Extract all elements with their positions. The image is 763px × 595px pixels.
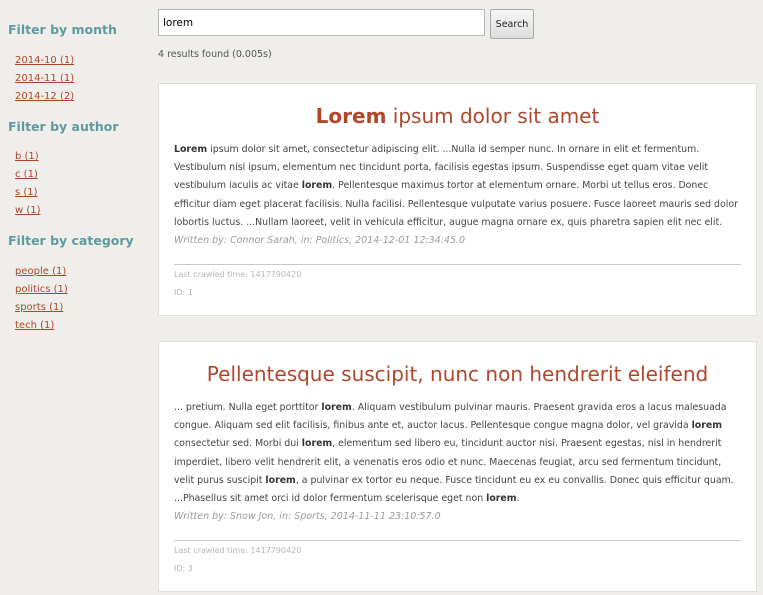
- month-filter-link[interactable]: 2014-11 (1): [15, 73, 74, 84]
- category-filter-link[interactable]: people (1): [15, 266, 66, 277]
- category-filter-item: sports (1): [15, 299, 68, 317]
- result-divider: [174, 540, 741, 542]
- author-filter-item: w (1): [15, 202, 41, 220]
- snippet-highlight: lorem: [301, 180, 333, 192]
- author-filter-link[interactable]: w (1): [15, 205, 41, 216]
- month-filter-item: 2014-10 (1): [15, 52, 74, 70]
- month-filter-link[interactable]: 2014-12 (2): [15, 91, 74, 102]
- category-filter-link[interactable]: sports (1): [15, 302, 63, 313]
- author-filter-link[interactable]: s (1): [15, 187, 38, 198]
- snippet-highlight: lorem: [486, 493, 517, 505]
- result-title-highlight: Lorem: [315, 104, 387, 128]
- result-snippet: Lorem ipsum dolor sit amet, consectetur …: [174, 141, 742, 232]
- snippet-text: consectetur sed. Morbi dui: [174, 438, 302, 450]
- result-title-text: ipsum dolor sit amet: [386, 104, 600, 128]
- category-filter-link[interactable]: tech (1): [15, 320, 54, 331]
- filter-by-author-heading: Filter by author: [8, 119, 119, 134]
- author-filter-link[interactable]: b (1): [15, 151, 39, 162]
- result-divider: [174, 264, 741, 266]
- category-filter-item: people (1): [15, 263, 68, 281]
- month-filter-link[interactable]: 2014-10 (1): [15, 55, 74, 66]
- snippet-highlight: lorem: [265, 474, 296, 486]
- snippet-highlight: lorem: [321, 402, 352, 413]
- author-filter-list: b (1) c (1) s (1) w (1): [15, 148, 41, 220]
- author-filter-item: b (1): [15, 148, 41, 166]
- snippet-highlight: lorem: [301, 438, 333, 450]
- category-filter-list: people (1) politics (1) sports (1) tech …: [15, 263, 68, 335]
- result-card: Lorem ipsum dolor sit amet Lorem ipsum d…: [158, 83, 757, 316]
- author-filter-item: c (1): [15, 166, 41, 184]
- result-card: Pellentesque suscipit, nunc non hendreri…: [158, 341, 757, 592]
- results-count: 4 results found (0.005s): [158, 49, 272, 60]
- search-input[interactable]: [158, 9, 485, 36]
- result-title[interactable]: Lorem ipsum dolor sit amet: [159, 102, 756, 130]
- month-filter-item: 2014-11 (1): [15, 70, 74, 88]
- result-title[interactable]: Pellentesque suscipit, nunc non hendreri…: [159, 360, 756, 388]
- last-crawled-time: Last crawled time: 1417790420: [174, 270, 302, 280]
- result-id: ID: 3: [174, 564, 193, 574]
- author-filter-item: s (1): [15, 184, 41, 202]
- filter-by-category-heading: Filter by category: [8, 233, 134, 248]
- author-filter-link[interactable]: c (1): [15, 169, 38, 180]
- result-id: ID: 1: [174, 288, 193, 298]
- category-filter-item: politics (1): [15, 281, 68, 299]
- last-crawled-time: Last crawled time: 1417790420: [174, 546, 302, 556]
- month-filter-list: 2014-10 (1) 2014-11 (1) 2014-12 (2): [15, 52, 74, 106]
- result-byline: Written by: Connor Sarah, in: Politics, …: [174, 235, 466, 247]
- category-filter-link[interactable]: politics (1): [15, 284, 68, 295]
- filter-by-month-heading: Filter by month: [8, 22, 117, 37]
- snippet-highlight: Lorem: [174, 144, 208, 155]
- result-title-text: Pellentesque suscipit, nunc non hendreri…: [206, 362, 709, 386]
- result-snippet: ... pretium. Nulla eget porttitor lorem.…: [174, 399, 742, 508]
- month-filter-item: 2014-12 (2): [15, 88, 74, 106]
- snippet-text: .: [516, 493, 520, 505]
- category-filter-item: tech (1): [15, 317, 68, 335]
- snippet-highlight: lorem: [691, 420, 722, 432]
- search-button[interactable]: Search: [490, 9, 534, 39]
- result-byline: Written by: Snow Jon, in: Sports, 2014-1…: [174, 511, 441, 523]
- snippet-text: ... pretium. Nulla eget porttitor: [174, 402, 322, 413]
